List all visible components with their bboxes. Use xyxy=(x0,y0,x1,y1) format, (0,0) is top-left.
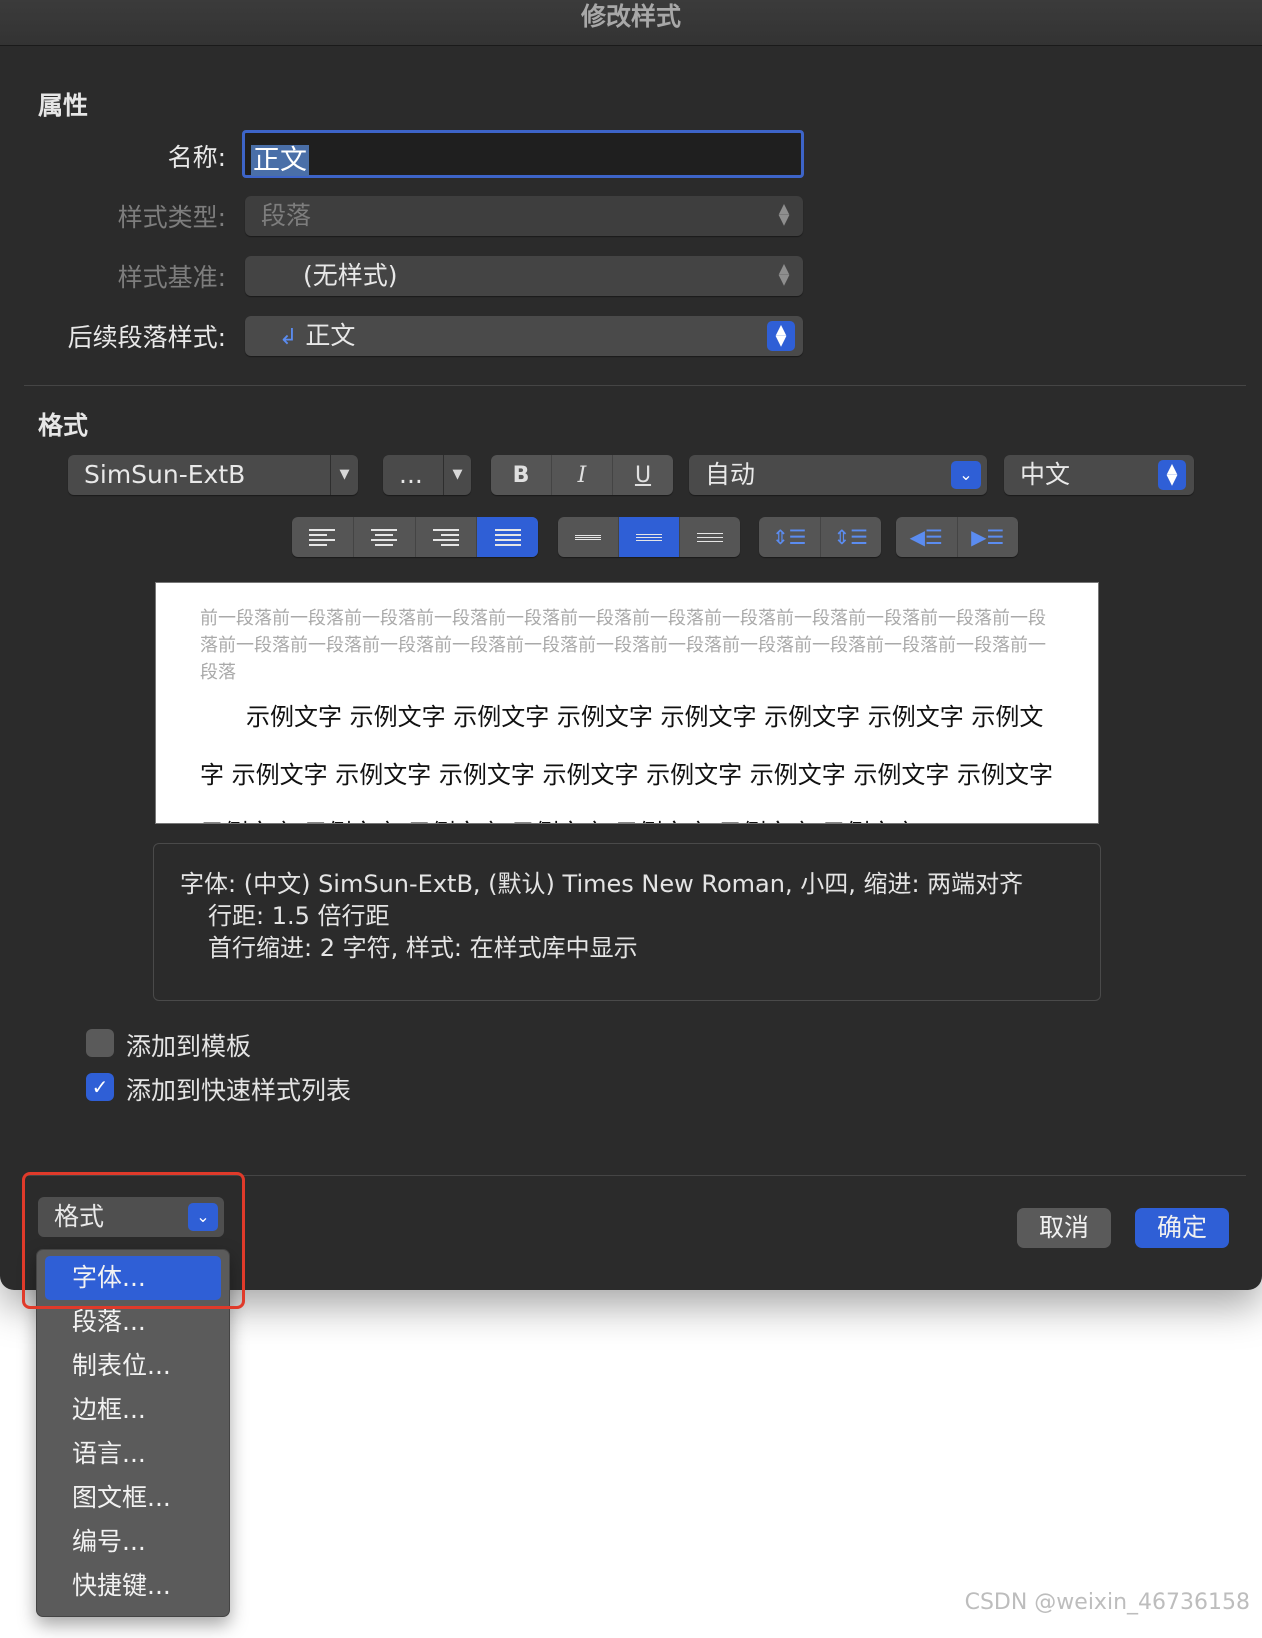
paragraph-mark-icon: ↲ xyxy=(279,325,298,350)
font-name-select[interactable]: SimSun-ExtB ▼ xyxy=(68,455,358,495)
one-half-spacing-icon xyxy=(636,532,662,543)
checkmark-icon: ✓ xyxy=(91,1075,109,1099)
align-right-button[interactable] xyxy=(416,517,478,557)
highlight-box xyxy=(22,1172,245,1309)
cancel-button[interactable]: 取消 xyxy=(1017,1208,1111,1248)
caret-down-icon: ▼ xyxy=(443,455,471,495)
font-size-select[interactable]: ... ▼ xyxy=(383,455,471,495)
menu-item-tabs[interactable]: 制表位... xyxy=(45,1344,221,1388)
modify-style-dialog: 修改样式 属性 名称: 正文 样式类型: 段落 ▲ ▼ 样式基准: (无样式) ▲… xyxy=(0,0,1262,1290)
name-label: 名称: xyxy=(167,143,226,172)
indent-buttons: ◀☰ ▶☰ xyxy=(896,517,1018,557)
updown-chevron-icon: ▲ ▼ xyxy=(767,321,795,351)
italic-button[interactable]: I xyxy=(552,455,613,495)
align-center-button[interactable] xyxy=(354,517,416,557)
style-base-select[interactable]: (无样式) ▲ ▼ xyxy=(245,256,803,296)
previous-paragraph-text: 前一段落前一段落前一段落前一段落前一段落前一段落前一段落前一段落前一段落前一段落… xyxy=(200,608,1046,683)
add-to-quick-styles-checkbox[interactable]: ✓ xyxy=(86,1073,114,1101)
updown-chevron-icon: ▲ ▼ xyxy=(1158,460,1186,490)
description-line-2: 行距: 1.5 倍行距 xyxy=(208,902,390,930)
single-spacing-icon xyxy=(575,534,601,541)
next-style-label: 后续段落样式: xyxy=(67,323,226,352)
menu-item-borders[interactable]: 边框... xyxy=(45,1388,221,1432)
style-type-select[interactable]: 段落 ▲ ▼ xyxy=(245,196,803,236)
align-justify-button[interactable] xyxy=(477,517,538,557)
font-style-buttons: B I U xyxy=(491,455,673,495)
font-size-value: ... xyxy=(399,460,423,489)
name-input[interactable]: 正文 xyxy=(242,130,804,178)
menu-item-shortcut-keys[interactable]: 快捷键... xyxy=(45,1564,221,1608)
next-style-select[interactable]: ↲ 正文 ▲ ▼ xyxy=(245,316,803,356)
description-line-3: 首行缩进: 2 字符, 样式: 在样式库中显示 xyxy=(208,934,638,962)
script-value: 中文 xyxy=(1020,460,1071,489)
ok-button[interactable]: 确定 xyxy=(1135,1208,1229,1248)
double-spacing-button[interactable] xyxy=(680,517,740,557)
menu-item-numbering[interactable]: 编号... xyxy=(45,1520,221,1564)
align-right-icon xyxy=(432,526,459,549)
menu-item-frame[interactable]: 图文框... xyxy=(45,1476,221,1520)
add-to-quick-styles-label: 添加到快速样式列表 xyxy=(126,1076,352,1105)
style-type-label: 样式类型: xyxy=(117,203,226,232)
style-preview: 前一段落前一段落前一段落前一段落前一段落前一段落前一段落前一段落前一段落前一段落… xyxy=(155,582,1099,824)
line-spacing-buttons xyxy=(558,517,740,557)
alignment-buttons xyxy=(292,517,538,557)
style-base-value: (无样式) xyxy=(303,261,398,290)
double-spacing-icon xyxy=(697,530,723,545)
caret-down-icon: ▼ xyxy=(330,455,358,495)
one-half-spacing-button[interactable] xyxy=(619,517,680,557)
updown-chevron-icon: ▲ ▼ xyxy=(778,201,790,228)
align-left-icon xyxy=(309,526,336,549)
spacing-increase-icon: ⇕☰ xyxy=(833,525,869,549)
watermark: CSDN @weixin_46736158 xyxy=(964,1590,1250,1615)
sample-text: 示例文字 示例文字 示例文字 示例文字 示例文字 示例文字 示例文字 示例文字 … xyxy=(200,703,1054,823)
style-description: 字体: (中文) SimSun-ExtB, (默认) Times New Rom… xyxy=(153,843,1101,1001)
style-type-value: 段落 xyxy=(261,201,312,230)
paragraph-spacing-buttons: ⇕☰ ⇕☰ xyxy=(759,517,881,557)
font-color-select[interactable]: 自动 ⌄ xyxy=(689,455,987,495)
style-base-label: 样式基准: xyxy=(117,263,226,292)
outdent-icon: ◀☰ xyxy=(909,525,943,549)
align-justify-icon xyxy=(494,526,521,549)
font-name-value: SimSun-ExtB xyxy=(84,460,246,489)
underline-button[interactable]: U xyxy=(613,455,673,495)
name-input-value: 正文 xyxy=(251,145,309,176)
format-section-title: 格式 xyxy=(38,411,89,440)
decrease-indent-button[interactable]: ◀☰ xyxy=(896,517,958,557)
font-color-value: 自动 xyxy=(705,460,756,489)
indent-icon: ▶☰ xyxy=(971,525,1005,549)
chevron-down-icon: ⌄ xyxy=(951,461,981,489)
add-to-template-checkbox[interactable] xyxy=(86,1029,114,1057)
window-title: 修改样式 xyxy=(0,0,1262,46)
menu-item-language[interactable]: 语言... xyxy=(45,1432,221,1476)
align-left-button[interactable] xyxy=(292,517,354,557)
add-to-template-label: 添加到模板 xyxy=(126,1032,252,1061)
align-center-icon xyxy=(371,526,398,549)
divider xyxy=(24,385,1246,386)
description-line-1: 字体: (中文) SimSun-ExtB, (默认) Times New Rom… xyxy=(180,870,1024,898)
next-style-value: 正文 xyxy=(305,321,356,350)
increase-indent-button[interactable]: ▶☰ xyxy=(958,517,1019,557)
spacing-decrease-icon: ⇕☰ xyxy=(771,525,807,549)
bold-button[interactable]: B xyxy=(491,455,552,495)
single-spacing-button[interactable] xyxy=(558,517,619,557)
updown-chevron-icon: ▲ ▼ xyxy=(778,261,790,288)
properties-section-title: 属性 xyxy=(38,91,89,120)
increase-paragraph-spacing-button[interactable]: ⇕☰ xyxy=(821,517,882,557)
script-select[interactable]: 中文 ▲ ▼ xyxy=(1004,455,1194,495)
decrease-paragraph-spacing-button[interactable]: ⇕☰ xyxy=(759,517,821,557)
